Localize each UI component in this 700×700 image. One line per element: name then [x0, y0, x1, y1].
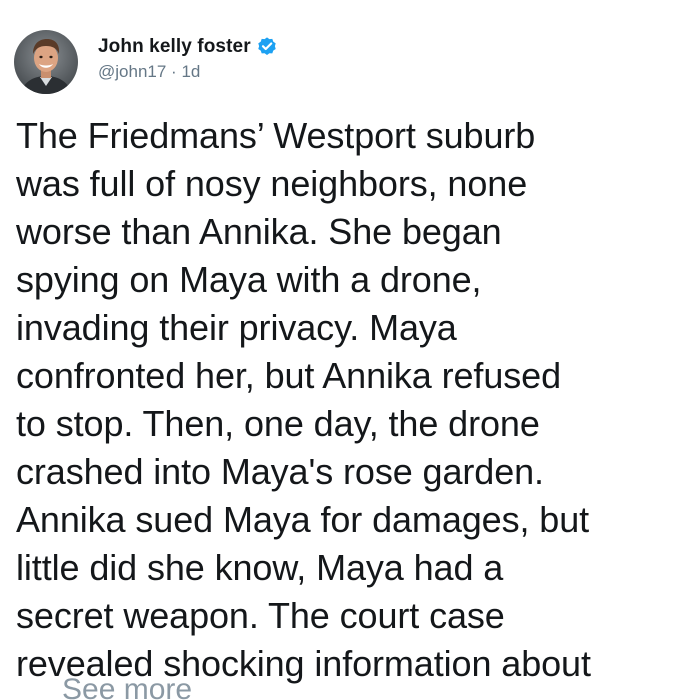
- author-display-name[interactable]: John kelly foster: [98, 36, 251, 58]
- user-info: John kelly foster @john17 · 1d: [98, 34, 278, 82]
- profile-photo-icon: [14, 30, 78, 94]
- see-more-link[interactable]: See more: [62, 673, 192, 700]
- avatar[interactable]: [14, 30, 78, 94]
- tweet-meta: @john17 · 1d: [98, 62, 278, 82]
- meta-separator: ·: [171, 62, 182, 81]
- tweet-text: The Friedmans’ Westport suburb was full …: [16, 115, 591, 684]
- verified-badge-icon: [256, 36, 278, 58]
- tweet-header: John kelly foster @john17 · 1d: [14, 30, 278, 94]
- author-handle[interactable]: @john17: [98, 62, 166, 81]
- name-row: John kelly foster: [98, 34, 278, 60]
- tweet-timestamp[interactable]: 1d: [181, 62, 200, 81]
